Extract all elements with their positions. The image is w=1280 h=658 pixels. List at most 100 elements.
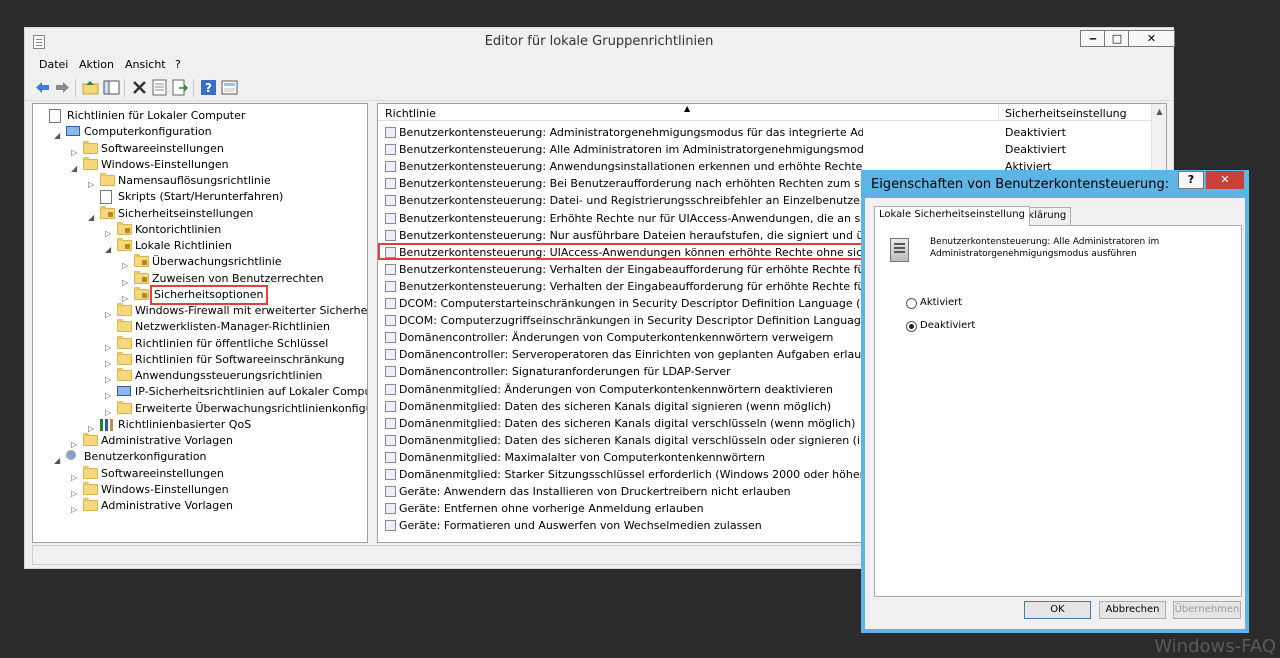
tree-node-label: Zuweisen von Benutzerrechten	[152, 271, 324, 285]
policy-name: DCOM: Computerstarteinschränkungen in Se…	[399, 297, 863, 310]
tree-node[interactable]: ▷ Kontorichtlinien	[33, 221, 367, 238]
column-divider[interactable]	[998, 104, 999, 121]
secure-folder-icon	[117, 221, 132, 235]
minimize-button[interactable]: ‒	[1080, 30, 1106, 47]
tree-node[interactable]: ▷ Sicherheitsoptionen	[33, 284, 367, 305]
tree-node[interactable]: ▷ Erweiterte Überwachungsrichtlinienkonfi…	[33, 400, 367, 417]
radio-disabled-label[interactable]: Deaktiviert	[920, 320, 975, 331]
radio-enabled[interactable]	[906, 298, 917, 309]
dialog-title-bar[interactable]: Eigenschaften von Benutzerkontensteuerun…	[861, 170, 1249, 198]
view-icon[interactable]	[221, 79, 238, 96]
tree-node[interactable]: ▷ Richtlinien für Softwareeinschränkung	[33, 351, 367, 368]
up-folder-icon[interactable]	[82, 79, 99, 96]
dialog-help-button[interactable]: ?	[1178, 171, 1204, 189]
tree-node[interactable]: ▷ Namensauflösungsrichtlinie	[33, 173, 367, 189]
tree-node[interactable]: ◢ Lokale Richtlinien	[33, 238, 367, 254]
tree-node[interactable]: ▷ Anwendungssteuerungsrichtlinien	[33, 368, 367, 384]
policy-icon	[385, 195, 396, 207]
tree-node[interactable]: ◢ Computerkonfiguration	[33, 124, 367, 140]
delete-icon[interactable]	[131, 79, 148, 96]
tree-node-label: Lokale Richtlinien	[135, 239, 232, 252]
menu-datei[interactable]: Datei	[39, 58, 68, 71]
close-button[interactable]: ✕	[1128, 30, 1175, 47]
secure-folder-icon	[117, 238, 132, 251]
tree-node-label: Windows-Firewall mit erweiterter Sicherh…	[135, 304, 368, 317]
menu-ansicht[interactable]: Ansicht	[125, 58, 166, 71]
policy-icon	[385, 161, 396, 173]
export-list-icon[interactable]	[171, 79, 188, 96]
policy-description: Benutzerkontensteuerung: Alle Administra…	[930, 237, 1160, 259]
tree-node[interactable]: ▷ Softwareeinstellungen	[33, 140, 367, 157]
folder-icon	[83, 498, 98, 511]
radio-disabled[interactable]	[906, 321, 917, 332]
tree-node[interactable]: Netzwerklisten-Manager-Richtlinien	[33, 319, 367, 335]
secure-folder-icon	[134, 270, 149, 284]
policy-name: Benutzerkontensteuerung: Alle Administra…	[399, 143, 863, 157]
server-icon	[890, 238, 909, 262]
maximize-button[interactable]: □	[1104, 30, 1130, 47]
back-arrow-icon[interactable]	[34, 79, 51, 96]
title-bar[interactable]: Editor für lokale Gruppenrichtlinien ‒ □…	[25, 28, 1175, 56]
policy-icon	[385, 298, 396, 309]
tree-node[interactable]: ▷ Administrative Vorlagen	[33, 433, 367, 449]
policy-name: Benutzerkontensteuerung: Verhalten der E…	[399, 262, 863, 276]
policy-icon	[385, 144, 396, 156]
policy-name: Domänencontroller: Serveroperatoren das …	[399, 348, 863, 362]
show-hide-tree-icon[interactable]	[103, 79, 120, 96]
policy-name: Benutzerkontensteuerung: Administratorge…	[399, 126, 863, 139]
tree-node[interactable]: ◢ Windows-Einstellungen	[33, 156, 367, 173]
policy-setting: Deaktiviert	[1005, 143, 1066, 157]
folder-icon	[117, 303, 132, 316]
forward-arrow-icon[interactable]	[54, 79, 71, 96]
tree-node-label: Administrative Vorlagen	[101, 499, 234, 512]
tree-node[interactable]: ▷ Zuweisen von Benutzerrechten	[33, 270, 367, 287]
tree-node-label: Administrative Vorlagen	[101, 434, 234, 447]
tree-node[interactable]: ▷ Administrative Vorlagen	[33, 498, 367, 514]
toolbar: ?	[25, 75, 1173, 101]
cancel-button[interactable]: Abbrechen	[1099, 601, 1166, 619]
policy-icon	[385, 280, 396, 292]
tree-node[interactable]: ▷ Überwachungsrichtlinie	[33, 254, 367, 270]
folder-icon	[117, 335, 132, 349]
tree-node[interactable]: ▷ Richtlinienbasierter QoS	[33, 417, 367, 433]
tab-local-security-setting[interactable]: Lokale Sicherheitseinstellung	[874, 206, 1030, 226]
policy-name: Domänenmitglied: Starker Sitzungsschlüss…	[399, 468, 863, 481]
menu-aktion[interactable]: Aktion	[79, 58, 114, 71]
navigation-tree[interactable]: Richtlinien für Lokaler Computer ◢ Compute…	[32, 103, 368, 543]
tree-node[interactable]: Richtlinien für Lokaler Computer	[33, 108, 367, 124]
policy-name: Geräte: Formatieren und Auswerfen von We…	[399, 519, 762, 533]
table-row[interactable]: Benutzerkontensteuerung: Alle Administra…	[378, 141, 1166, 158]
policy-icon	[385, 400, 396, 412]
dialog-close-button[interactable]: ✕	[1206, 171, 1244, 189]
table-row[interactable]: Benutzerkontensteuerung: Administratorge…	[378, 124, 1166, 141]
tree-node[interactable]: ▷ IP-Sicherheitsrichtlinien auf Lokaler C…	[33, 384, 367, 400]
policy-name: Benutzerkontensteuerung: Verhalten der E…	[399, 279, 863, 293]
tree-node[interactable]: ▷ Softwareeinstellungen	[33, 465, 367, 482]
policy-name: Domänencontroller: Signaturanforderungen…	[399, 365, 731, 379]
menu-help[interactable]: ?	[175, 58, 181, 71]
policy-icon	[385, 383, 396, 395]
scroll-up-icon[interactable]: ▲	[1152, 104, 1166, 119]
column-header-policy[interactable]: Richtlinie	[385, 107, 436, 120]
tree-node[interactable]: ◢ Benutzerkonfiguration	[33, 449, 367, 465]
radio-enabled-label[interactable]: Aktiviert	[920, 297, 962, 308]
policy-icon	[385, 229, 396, 241]
expand-arrow-icon[interactable]: ▷	[71, 502, 77, 518]
secure-folder-icon	[134, 286, 149, 300]
policy-name: Benutzerkontensteuerung: Datei- und Regi…	[399, 194, 863, 208]
tree-node[interactable]: ▷ Windows-Firewall mit erweiterter Sicher…	[33, 303, 367, 319]
tree-node[interactable]: Skripts (Start/Herunterfahren)	[33, 189, 367, 205]
tree-node-label: Softwareeinstellungen	[101, 141, 224, 155]
tree-node[interactable]: ▷ Richtlinien für öffentliche Schlüssel	[33, 335, 367, 352]
tree-node[interactable]: ▷ Windows-Einstellungen	[33, 481, 367, 498]
tree-node[interactable]: ◢ Sicherheitseinstellungen	[33, 205, 367, 222]
tree-node-label: Skripts (Start/Herunterfahren)	[118, 190, 284, 204]
help-icon[interactable]: ?	[200, 79, 217, 96]
properties-icon[interactable]	[151, 79, 168, 96]
tree-node-label-selected: Sicherheitsoptionen	[150, 284, 268, 305]
ok-button[interactable]: OK	[1024, 601, 1091, 619]
apply-button[interactable]: Übernehmen	[1173, 601, 1241, 619]
tree-node-label: Erweiterte Überwachungsrichtlinienkonfig…	[135, 401, 367, 415]
column-header-setting[interactable]: Sicherheitseinstellung	[1005, 107, 1127, 120]
policy-icon	[385, 349, 396, 361]
